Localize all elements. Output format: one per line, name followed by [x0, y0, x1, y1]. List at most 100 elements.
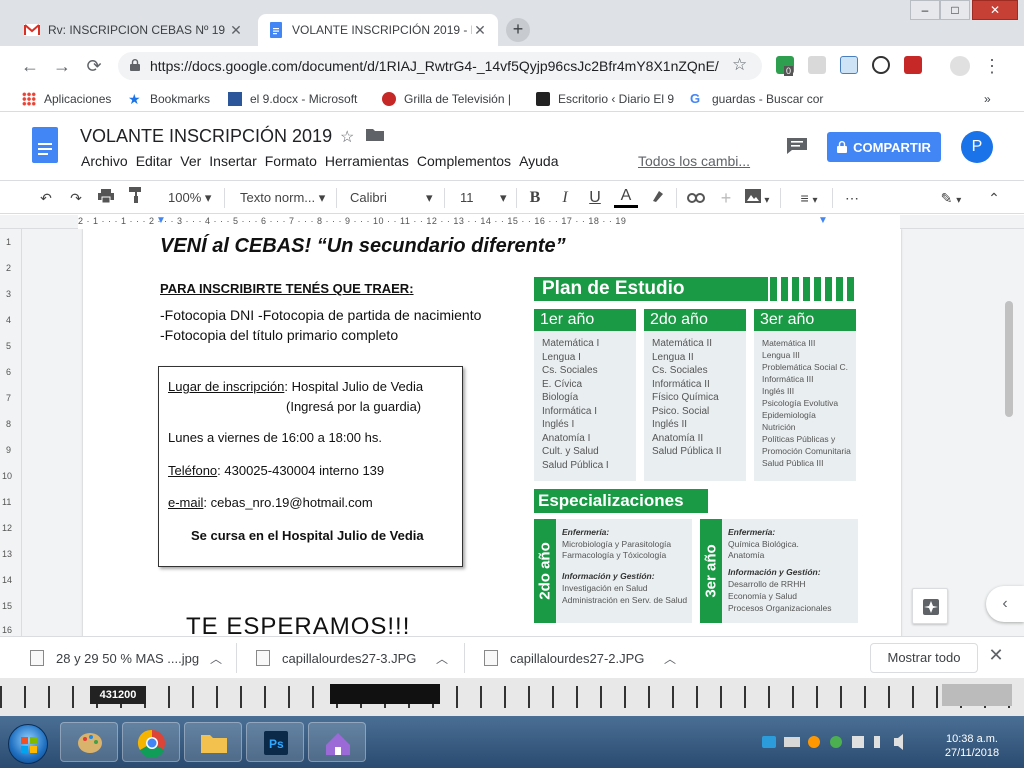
chevron-up-icon[interactable]: ︿: [664, 650, 676, 667]
bookmark-star-icon[interactable]: ☆: [732, 55, 747, 75]
bookmark-escritorio[interactable]: Escritorio ‹ Diario El 9: [536, 90, 676, 108]
forward-button[interactable]: →: [50, 54, 74, 78]
zoom-select[interactable]: 100% ▾: [168, 186, 218, 210]
scrollbar-thumb[interactable]: [1005, 301, 1013, 417]
bookmarks-overflow-button[interactable]: »: [984, 90, 1004, 108]
star-icon[interactable]: ☆: [340, 127, 354, 147]
chevron-up-icon[interactable]: ︿: [210, 650, 222, 667]
undo-icon[interactable]: ↶: [34, 186, 58, 210]
avatar[interactable]: P: [961, 131, 993, 163]
text-color-button[interactable]: A: [614, 186, 638, 208]
pdf-extension-icon[interactable]: [808, 56, 826, 74]
font-select[interactable]: Calibri ▾: [350, 186, 436, 210]
menu-ayuda[interactable]: Ayuda: [518, 153, 565, 169]
collapse-menus-icon[interactable]: ⌃: [984, 186, 1004, 210]
chevron-up-icon[interactable]: ︿: [436, 650, 448, 667]
tab-close-icon[interactable]: ✕: [472, 22, 488, 39]
download-item[interactable]: capillalourdes27-2.JPG ︿: [484, 647, 684, 669]
taskbar-photoshop-app[interactable]: Ps: [246, 722, 304, 762]
bookmark-grilla[interactable]: Grilla de Televisión |: [382, 90, 522, 108]
comments-icon[interactable]: [786, 137, 808, 155]
highlight-icon[interactable]: [646, 186, 670, 210]
paragraph-style-select[interactable]: Texto norm... ▾: [240, 186, 328, 210]
link-icon[interactable]: [684, 186, 708, 210]
folder-icon: [201, 735, 227, 753]
maximize-button[interactable]: □: [940, 0, 970, 20]
download-item[interactable]: 28 y 29 50 % MAS ....jpg ︿: [30, 647, 230, 669]
bookmark-apps[interactable]: Aplicaciones: [22, 90, 122, 108]
print-icon[interactable]: [94, 186, 118, 210]
italic-button[interactable]: I: [554, 186, 576, 210]
close-icon[interactable]: ✕: [986, 645, 1006, 666]
document-page[interactable]: VENÍ al CEBAS! “Un secundario diferente”…: [83, 229, 901, 636]
bookmark-word-doc[interactable]: el 9.docx - Microsoft: [228, 90, 364, 108]
menu-archivo[interactable]: Archivo: [80, 153, 135, 169]
align-icon[interactable]: ≡ ▾: [792, 186, 826, 210]
extension-icon[interactable]: [840, 56, 858, 74]
right-indent-marker[interactable]: ▼: [818, 215, 828, 226]
document-title[interactable]: VOLANTE INSCRIPCIÓN 2019: [80, 126, 332, 147]
font-size-select[interactable]: 11 ▾: [460, 186, 510, 210]
start-button[interactable]: [8, 724, 48, 764]
extension-icon[interactable]: [904, 56, 922, 74]
back-button[interactable]: ←: [18, 54, 42, 78]
explore-button[interactable]: [912, 588, 948, 624]
svg-text:Ps: Ps: [269, 737, 284, 751]
show-all-downloads-button[interactable]: Mostrar todo: [870, 643, 978, 673]
underline-button[interactable]: U: [584, 186, 606, 210]
tab-gmail[interactable]: Rv: INSCRIPCION CEBAS Nº 19 - ✕: [14, 14, 254, 46]
folder-icon[interactable]: [366, 127, 384, 146]
paint-format-icon[interactable]: [124, 186, 148, 210]
editing-mode-icon[interactable]: ✎ ▾: [934, 186, 968, 210]
close-window-button[interactable]: ✕: [972, 0, 1018, 20]
subject: Físico Química: [652, 392, 719, 403]
vertical-scrollbar[interactable]: [1002, 229, 1024, 636]
bookmark-guardas[interactable]: G guardas - Buscar cor: [690, 90, 826, 108]
specialization-box-3er: 3er año Enfermería: Química Biológica. A…: [700, 519, 858, 623]
more-options-icon[interactable]: ⋯: [840, 186, 864, 210]
reload-button[interactable]: ⟳: [82, 54, 106, 78]
menu-herramientas[interactable]: Herramientas: [324, 153, 416, 169]
subject: Nutrición: [762, 422, 796, 432]
address-bar[interactable]: https://docs.google.com/document/d/1RIAJ…: [118, 52, 762, 80]
extension-icon[interactable]: 0: [776, 56, 794, 76]
new-tab-button[interactable]: +: [506, 18, 530, 42]
taskbar-app[interactable]: [308, 722, 366, 762]
download-item[interactable]: capillalourdes27-3.JPG ︿: [256, 647, 456, 669]
side-panel-toggle-icon[interactable]: ‹: [986, 586, 1024, 622]
system-clock[interactable]: 10:38 a.m. 27/11/2018: [932, 732, 1012, 760]
menu-formato[interactable]: Formato: [264, 153, 324, 169]
insert-image-icon[interactable]: ▾: [742, 186, 772, 210]
document-canvas[interactable]: VENÍ al CEBAS! “Un secundario diferente”…: [22, 229, 1002, 636]
bold-button[interactable]: B: [524, 186, 546, 210]
spec-item: Desarrollo de RRHH: [728, 579, 806, 589]
taskbar-explorer-app[interactable]: [184, 722, 242, 762]
bookmark-label: Grilla de Televisión |: [404, 92, 511, 106]
menu-insertar[interactable]: Insertar: [208, 153, 263, 169]
minimize-button[interactable]: –: [910, 0, 940, 20]
extension-icon[interactable]: [872, 56, 890, 74]
left-indent-marker[interactable]: ▼: [156, 215, 166, 226]
requirement-line: -Fotocopia DNI -Fotocopia de partida de …: [160, 307, 482, 323]
menu-complementos[interactable]: Complementos: [416, 153, 518, 169]
menu-ver[interactable]: Ver: [179, 153, 208, 169]
share-button[interactable]: COMPARTIR: [827, 132, 941, 162]
taskbar-paint-app[interactable]: [60, 722, 118, 762]
ruler-number: 13: [2, 549, 13, 559]
last-edit-link[interactable]: Todos los cambi...: [638, 153, 753, 169]
tab-close-icon[interactable]: ✕: [228, 22, 244, 39]
redo-icon[interactable]: ↷: [64, 186, 88, 210]
info-box: Lugar de inscripción: Hospital Julio de …: [158, 366, 463, 567]
tab-docs[interactable]: VOLANTE INSCRIPCIÓN 2019 - D ✕: [258, 14, 498, 46]
subject: Cult. y Salud: [542, 446, 599, 457]
menu-editar[interactable]: Editar: [135, 153, 180, 169]
add-comment-icon[interactable]: +: [714, 186, 738, 210]
file-icon: [484, 650, 498, 666]
profile-icon[interactable]: [950, 56, 970, 76]
chrome-menu-icon[interactable]: ⋮: [980, 54, 1004, 78]
bookmark-bookmarks[interactable]: ★ Bookmarks: [128, 90, 220, 108]
study-plan-image[interactable]: Plan de Estudio 1er año Matemática I Len…: [532, 275, 862, 627]
subject: Salud Pública II: [652, 446, 722, 457]
taskbar-chrome-app[interactable]: [122, 722, 180, 762]
docs-home-icon[interactable]: [32, 127, 58, 163]
